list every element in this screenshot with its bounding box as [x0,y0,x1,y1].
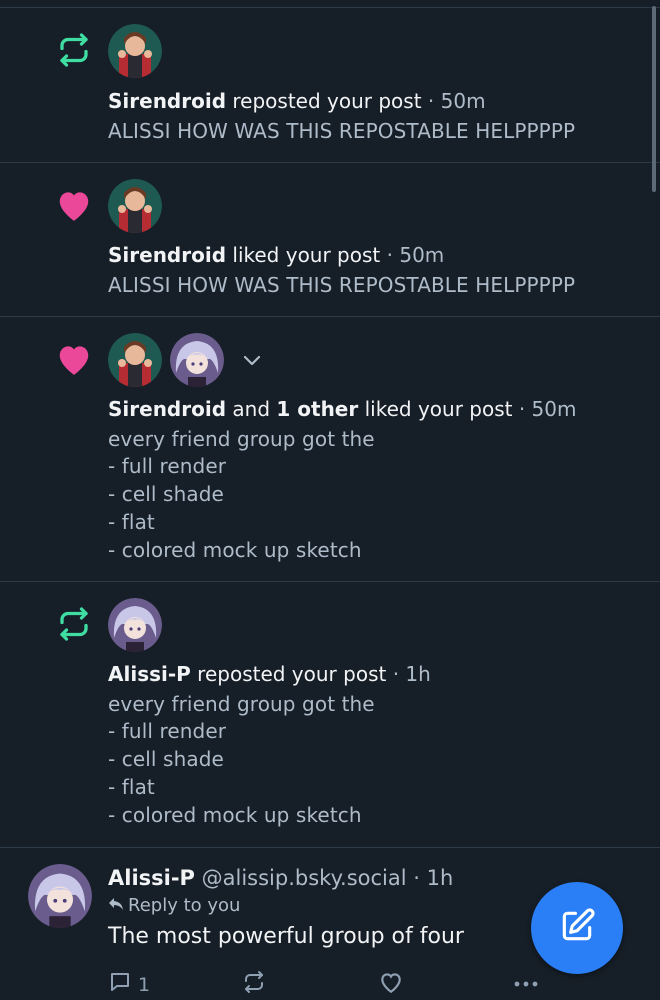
compose-button[interactable] [531,882,623,974]
avatar-sirendroid[interactable] [108,179,162,233]
action-text: reposted your post [232,89,422,113]
reply-to-label: Reply to you [128,895,241,916]
post-line: every friend group got the [108,426,375,451]
comment-icon [108,970,132,999]
timestamp: · 1h [413,866,454,890]
repost-icon [52,28,96,72]
heart-icon [52,183,96,227]
post-preview: every friend group got the - full render… [108,426,620,565]
action-text: reposted your post [197,662,387,686]
post-line: - cell shade [108,747,224,772]
avatar-alissi-p[interactable] [28,864,92,928]
compose-icon [558,907,596,949]
notification-item[interactable]: Sirendroid reposted your post · 50m ALIS… [0,8,660,163]
reply-to-indicator: Reply to you [108,894,464,918]
post-line: - colored mock up sketch [108,537,362,562]
reply-count: 1 [138,973,151,996]
notification-summary: Sirendroid liked your post · 50m [108,242,620,270]
reply-button[interactable]: 1 [108,970,150,999]
avatar-sirendroid[interactable] [108,333,162,387]
timestamp: · 50m [518,397,577,421]
more-options-button[interactable] [512,970,540,999]
reply-header: Alissi-P @alissip.bsky.social · 1h [108,864,464,892]
post-line: - colored mock up sketch [108,802,362,827]
post-line: - cell shade [108,482,224,507]
reply-text: The most powerful group of four [108,924,464,949]
notification-summary: Alissi-P reposted your post · 1h [108,661,620,689]
avatar-sirendroid[interactable] [108,24,162,78]
timestamp: · 50m [427,89,486,113]
post-line: - full render [108,454,227,479]
post-preview: ALISSI HOW WAS THIS REPOSTABLE HELPPPPP [108,118,576,143]
actor-name[interactable]: Alissi-P [108,662,191,686]
connector-text: and [232,397,271,421]
heart-icon [52,337,96,381]
notification-item[interactable]: Alissi-P reposted your post · 1h every f… [0,582,660,848]
post-preview: ALISSI HOW WAS THIS REPOSTABLE HELPPPPP [108,272,576,297]
notification-item[interactable]: Sirendroid and 1 other liked your post ·… [0,317,660,582]
repost-button[interactable] [242,970,266,999]
like-button[interactable] [378,970,404,999]
repost-icon [52,602,96,646]
chevron-down-icon[interactable] [232,333,272,387]
post-line: - full render [108,719,227,744]
post-line: - flat [108,509,155,534]
notification-summary: Sirendroid and 1 other liked your post ·… [108,396,620,424]
timestamp: · 1h [392,662,431,686]
repost-icon [242,970,266,999]
actor-name[interactable]: Sirendroid [108,89,226,113]
post-line: every friend group got the [108,691,375,716]
actor-name[interactable]: Sirendroid [108,397,226,421]
post-line: - flat [108,774,155,799]
reply-arrow-icon [108,894,124,918]
author-name[interactable]: Alissi-P [108,866,195,890]
actor-name[interactable]: Sirendroid [108,243,226,267]
action-text: liked your post [232,243,381,267]
author-handle[interactable]: @alissip.bsky.social [202,866,407,890]
avatar-alissi-p[interactable] [170,333,224,387]
scrollbar[interactable] [652,6,656,192]
notification-item[interactable]: Sirendroid liked your post · 50m ALISSI … [0,163,660,317]
heart-outline-icon [378,970,404,999]
reply-content: Alissi-P @alissip.bsky.social · 1h Reply… [108,864,464,952]
others-count[interactable]: 1 other [276,397,358,421]
action-text: liked your post [364,397,513,421]
timestamp: · 50m [386,243,445,267]
avatar-alissi-p[interactable] [108,598,162,652]
ellipsis-icon [512,970,540,999]
notification-summary: Sirendroid reposted your post · 50m [108,88,620,116]
post-preview: every friend group got the - full render… [108,691,620,830]
